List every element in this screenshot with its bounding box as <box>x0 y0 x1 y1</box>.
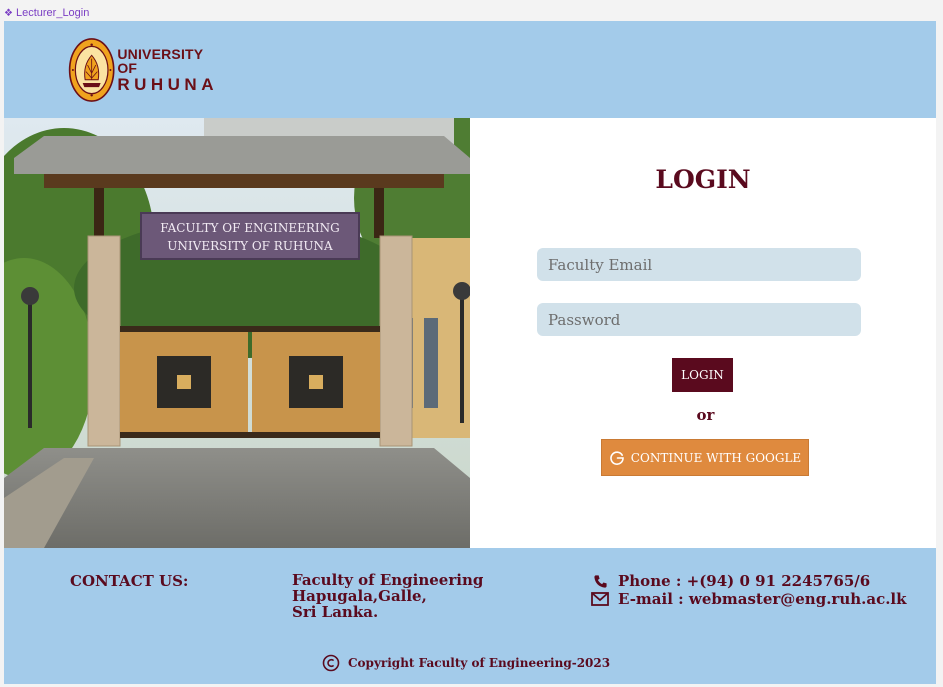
contact-us-label: CONTACT US: <box>70 572 189 590</box>
logo-ruhuna: RUHUNA <box>117 75 218 94</box>
or-separator: or <box>696 406 715 424</box>
phone-icon <box>590 573 610 589</box>
phone-text: Phone : +(94) 0 91 2245765/6 <box>618 572 871 590</box>
copyright: Copyright Faculty of Engineering-2023 <box>322 654 610 672</box>
faculty-email-input[interactable] <box>537 248 861 281</box>
header: UNIVERSITY OF RUHUNA <box>4 21 936 118</box>
sign-text-line1: FACULTY OF ENGINEERING <box>160 221 339 235</box>
sign-text-line2: UNIVERSITY OF RUHUNA <box>167 239 333 253</box>
google-g-icon <box>610 450 624 465</box>
envelope-icon <box>590 591 610 607</box>
frame-title: Lecturer_Login <box>15 7 90 19</box>
login-panel: LOGIN LOGIN or CONTINUE WITH GOOGLE <box>470 118 936 548</box>
frame-label: ❖ Lecturer_Login <box>4 5 89 21</box>
copyright-icon <box>322 654 340 672</box>
login-button[interactable]: LOGIN <box>672 358 733 392</box>
email-text[interactable]: E-mail : webmaster@eng.ruh.ac.lk <box>618 590 907 608</box>
university-crest-icon <box>68 38 115 102</box>
component-icon: ❖ <box>4 7 13 19</box>
password-input[interactable] <box>537 303 861 336</box>
login-title: LOGIN <box>655 165 751 194</box>
logo-text: UNIVERSITY OF RUHUNA <box>117 47 218 93</box>
address: Faculty of Engineering Hapugala,Galle, S… <box>292 572 483 620</box>
faculty-gate-photo: FACULTY OF ENGINEERING UNIVERSITY OF RUH… <box>4 118 470 548</box>
phone-contact: Phone : +(94) 0 91 2245765/6 <box>590 572 870 590</box>
university-logo[interactable]: UNIVERSITY OF RUHUNA <box>68 30 218 110</box>
address-line-2: Hapugala,Galle, <box>292 587 427 605</box>
login-page: UNIVERSITY OF RUHUNA FACULTY OF ENGINEER… <box>4 21 936 684</box>
address-line-3: Sri Lanka. <box>292 603 379 621</box>
logo-university-of: UNIVERSITY OF <box>117 46 204 76</box>
footer: CONTACT US: Faculty of Engineering Hapug… <box>4 548 936 684</box>
address-line-1: Faculty of Engineering <box>292 571 484 589</box>
continue-with-google-button[interactable]: CONTINUE WITH GOOGLE <box>601 439 809 476</box>
email-contact: E-mail : webmaster@eng.ruh.ac.lk <box>590 590 907 608</box>
copyright-text: Copyright Faculty of Engineering-2023 <box>348 656 611 670</box>
google-button-label: CONTINUE WITH GOOGLE <box>630 450 802 465</box>
